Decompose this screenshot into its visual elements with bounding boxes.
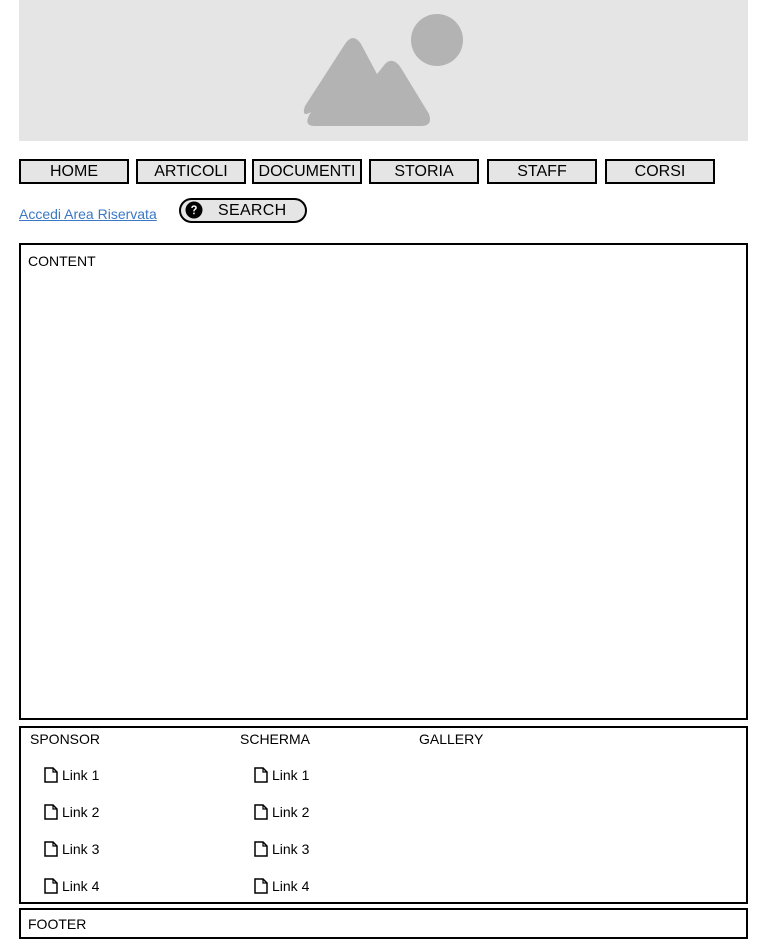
main-nav: HOME ARTICOLI DOCUMENTI STORIA STAFF COR…: [19, 159, 739, 184]
link-label: Link 4: [272, 878, 310, 894]
document-icon: [254, 767, 268, 783]
search-button[interactable]: SEARCH: [179, 198, 307, 223]
link-label: Link 2: [62, 804, 100, 820]
link-label: Link 3: [62, 841, 100, 857]
sponsor-title: SPONSOR: [30, 731, 101, 747]
nav-storia-button[interactable]: STORIA: [369, 159, 479, 184]
nav-corsi-button[interactable]: CORSI: [605, 159, 715, 184]
gallery-title: GALLERY: [419, 731, 484, 747]
login-link[interactable]: Accedi Area Riservata: [19, 206, 157, 222]
document-icon: [254, 804, 268, 820]
footer-title: FOOTER: [28, 916, 87, 932]
search-label: SEARCH: [218, 202, 287, 219]
document-icon: [44, 878, 58, 894]
document-icon: [44, 804, 58, 820]
links-panel: SPONSOR SCHERMA GALLERY Link 1 Link 2 Li…: [19, 726, 748, 904]
nav-documenti-button[interactable]: DOCUMENTI: [252, 159, 362, 184]
hero-image-placeholder: [19, 0, 748, 141]
link-label: Link 1: [62, 767, 100, 783]
image-placeholder-icon: [303, 14, 463, 126]
content-panel: CONTENT: [19, 243, 748, 720]
link-label: Link 2: [272, 804, 310, 820]
footer-panel: FOOTER: [19, 908, 748, 939]
nav-home-button[interactable]: HOME: [19, 159, 129, 184]
link-label: Link 1: [272, 767, 310, 783]
nav-articoli-button[interactable]: ARTICOLI: [136, 159, 246, 184]
document-icon: [44, 841, 58, 857]
document-icon: [254, 878, 268, 894]
help-circle-icon: [185, 201, 203, 219]
scherma-title: SCHERMA: [240, 731, 311, 747]
content-title: CONTENT: [28, 253, 96, 269]
link-label: Link 3: [272, 841, 310, 857]
link-label: Link 4: [62, 878, 100, 894]
document-icon: [44, 767, 58, 783]
nav-staff-button[interactable]: STAFF: [487, 159, 597, 184]
document-icon: [254, 841, 268, 857]
